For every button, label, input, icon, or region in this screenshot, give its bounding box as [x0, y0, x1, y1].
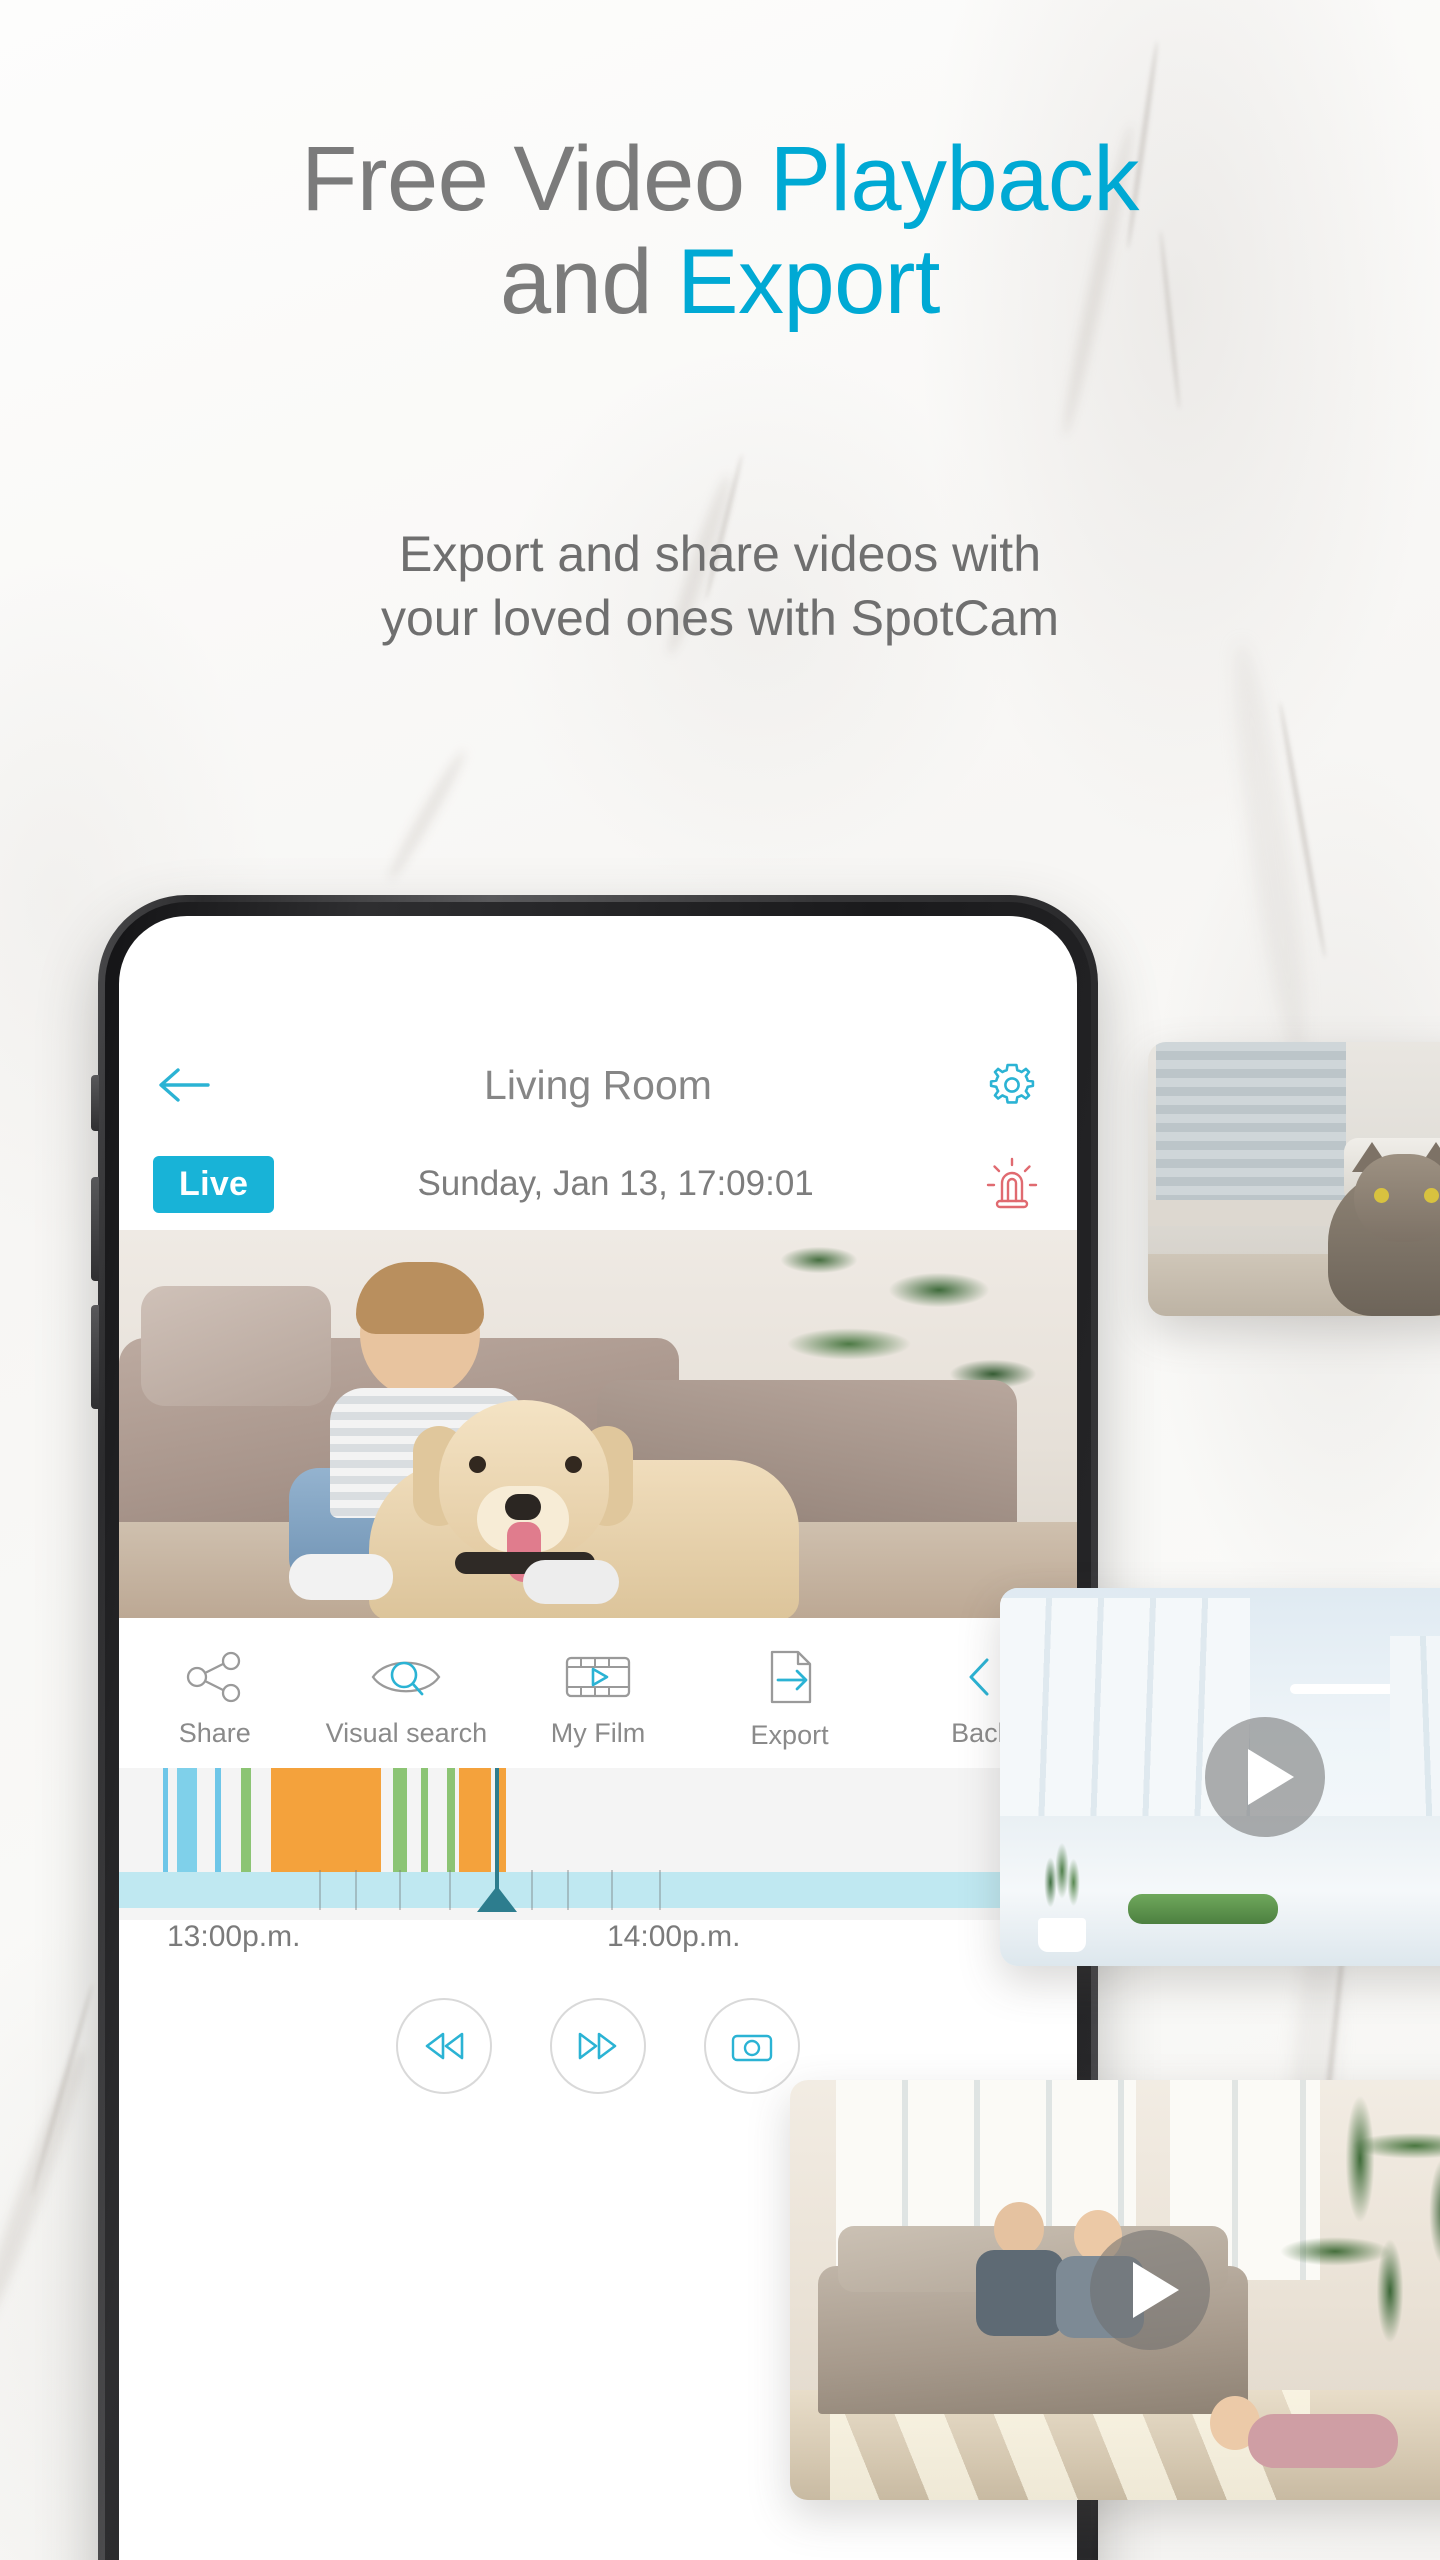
arrow-left-icon	[159, 1068, 210, 1102]
play-button-overlay[interactable]	[1205, 1717, 1325, 1837]
snapshot-icon	[731, 2034, 773, 2062]
toolbar-label-export: Export	[750, 1719, 829, 1750]
rewind-icon	[425, 2032, 464, 2060]
hallway-video-thumbnail-card[interactable]	[1000, 1588, 1440, 1966]
family-video-thumbnail-card[interactable]	[790, 2080, 1440, 2500]
toolbar-label-my-film: My Film	[550, 1717, 646, 1748]
headline-plain-1: Free Video	[301, 128, 770, 230]
timeline-playhead-marker[interactable]	[477, 1886, 517, 1912]
timeline-tick	[531, 1870, 533, 1910]
filmstrip-play-icon	[565, 1656, 631, 1697]
timeline-tick	[449, 1870, 451, 1910]
timeline-time-labels: 13:00p.m. 14:00p.m.	[119, 1920, 1077, 1984]
toolbar-label-share: Share	[178, 1717, 251, 1748]
rewind-button[interactable]	[396, 1998, 492, 2094]
headline-line-1: Free Video Playback	[0, 128, 1440, 231]
toolbar-item-share[interactable]: Share	[119, 1618, 311, 1768]
action-toolbar: Share Visual search My Film Export Back	[119, 1618, 1077, 1768]
timeline-recorded-band	[119, 1872, 1077, 1908]
settings-button[interactable]	[981, 1054, 1043, 1116]
timeline-tick	[659, 1870, 661, 1910]
event-timeline[interactable]	[119, 1768, 1077, 1920]
live-video-feed[interactable]	[119, 1230, 1077, 1618]
timeline-time-label: 13:00p.m.	[167, 1920, 301, 1953]
siren-alarm-icon	[986, 1157, 1038, 1209]
fast-forward-button[interactable]	[550, 1998, 646, 2094]
toolbar-item-my-film[interactable]: My Film	[502, 1618, 694, 1768]
headline-accent-2: Export	[677, 231, 940, 334]
phone-volume-up-button	[91, 1177, 99, 1281]
headline-accent-1: Playback	[769, 128, 1140, 230]
cat-thumbnail-card[interactable]	[1148, 1042, 1440, 1316]
phone-mute-switch	[91, 1075, 99, 1131]
play-button-overlay[interactable]	[1090, 2230, 1210, 2350]
headline-line-2: and Export	[0, 231, 1440, 334]
back-button[interactable]	[153, 1054, 215, 1116]
subhead-line-2: your loved ones with SpotCam	[380, 590, 1060, 646]
timeline-tick	[567, 1870, 569, 1910]
promo-headline: Free Video Playback and Export	[0, 128, 1440, 334]
timeline-tick	[319, 1870, 321, 1910]
timestamp-label: Sunday, Jan 13, 17:09:01	[417, 1164, 814, 1203]
headline-plain-2: and	[500, 231, 678, 334]
gear-icon	[989, 1063, 1035, 1104]
timeline-tick	[399, 1870, 401, 1910]
promo-subheadline: Export and share videos with your loved …	[0, 522, 1440, 650]
eye-search-icon	[371, 1661, 441, 1695]
timeline-time-label: 14:00p.m.	[607, 1920, 741, 1953]
subhead-line-1: Export and share videos with	[398, 526, 1042, 582]
alarm-button[interactable]	[981, 1153, 1043, 1215]
document-export-icon	[770, 1650, 811, 1703]
toolbar-label-visual-search: Visual search	[325, 1717, 488, 1748]
play-triangle-icon	[1248, 1749, 1294, 1805]
timeline-tick	[355, 1870, 357, 1910]
timeline-tick	[611, 1870, 613, 1910]
phone-volume-down-button	[91, 1305, 99, 1409]
app-header: Living Room	[119, 1032, 1077, 1138]
page-title: Living Room	[484, 1061, 712, 1108]
status-row: Live Sunday, Jan 13, 17:09:01	[119, 1138, 1077, 1230]
snapshot-button[interactable]	[704, 1998, 800, 2094]
play-triangle-icon	[1133, 2262, 1179, 2318]
share-network-icon	[186, 1651, 240, 1702]
toolbar-item-export[interactable]: Export	[694, 1618, 886, 1768]
toolbar-item-visual-search[interactable]: Visual search	[311, 1618, 503, 1768]
fast-forward-icon	[578, 2032, 617, 2060]
